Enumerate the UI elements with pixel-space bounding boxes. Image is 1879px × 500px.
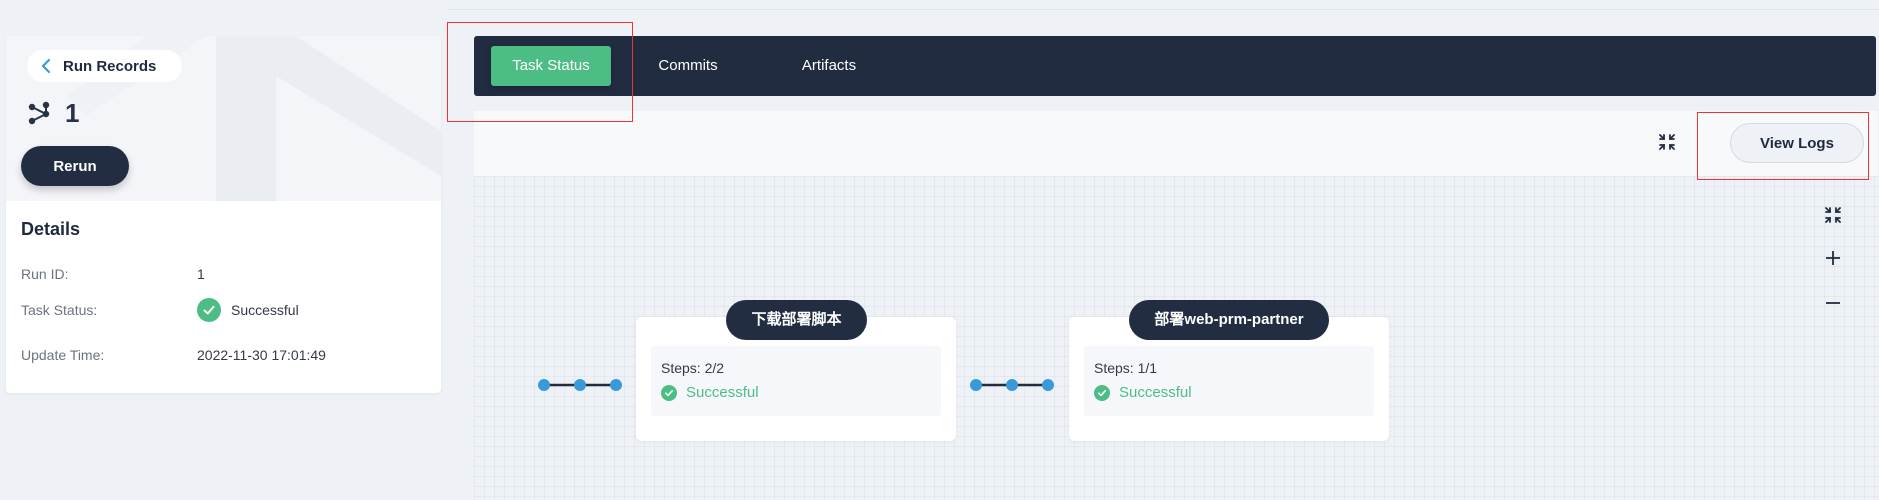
detail-label: Update Time:: [21, 347, 105, 363]
detail-row-update-time: Update Time: 2022-11-30 17:01:49: [21, 347, 326, 363]
run-number-row: 1: [27, 98, 79, 129]
stage-connector-start: [538, 379, 622, 391]
zoom-in-icon[interactable]: [1822, 247, 1844, 269]
check-circle-icon: [1094, 384, 1110, 401]
detail-label: Run ID:: [21, 266, 69, 282]
stage-connector-middle: [970, 379, 1054, 391]
top-divider: [448, 9, 1879, 10]
tab-commits[interactable]: Commits: [648, 46, 728, 86]
run-header: Run Records 1 Rerun: [6, 36, 441, 201]
fullscreen-icon[interactable]: [1656, 131, 1678, 153]
zoom-out-icon[interactable]: [1822, 292, 1844, 314]
check-circle-icon: [661, 384, 677, 401]
back-to-run-records-button[interactable]: Run Records: [27, 50, 183, 82]
chevron-left-icon: [41, 58, 51, 74]
job-steps: Steps: 1/1: [1094, 360, 1158, 376]
tab-task-status[interactable]: Task Status: [491, 46, 611, 86]
tab-artifacts[interactable]: Artifacts: [788, 46, 870, 86]
view-logs-button[interactable]: View Logs: [1730, 123, 1864, 163]
fit-view-icon[interactable]: [1822, 204, 1844, 226]
run-number: 1: [65, 98, 80, 128]
details-heading: Details: [21, 219, 81, 239]
check-circle-icon: [197, 298, 221, 322]
stage-name-pill[interactable]: 下载部署脚本: [726, 300, 867, 340]
detail-row-task-status: Task Status: Successful: [21, 298, 299, 322]
job-status: Successful: [1119, 384, 1192, 401]
detail-value: 2022-11-30 17:01:49: [197, 347, 326, 363]
detail-value: 1: [197, 266, 205, 282]
detail-value: Successful: [231, 302, 299, 318]
run-detail-panel: Run Records 1 Rerun Details Run ID: 1 Ta…: [6, 36, 441, 393]
detail-label: Task Status:: [21, 302, 98, 318]
job-item[interactable]: Steps: 2/2 Successful: [651, 346, 941, 416]
job-item[interactable]: Steps: 1/1 Successful: [1084, 346, 1374, 416]
detail-row-run-id: Run ID: 1: [21, 266, 205, 282]
job-status: Successful: [686, 384, 759, 401]
job-steps: Steps: 2/2: [661, 360, 725, 376]
stage-name-pill[interactable]: 部署web-prm-partner: [1129, 300, 1329, 340]
rerun-button[interactable]: Rerun: [21, 146, 129, 186]
tab-bar: Task Status Commits Artifacts: [474, 36, 1876, 96]
back-button-label: Run Records: [63, 57, 157, 75]
pipeline-branch-icon: [28, 101, 50, 124]
